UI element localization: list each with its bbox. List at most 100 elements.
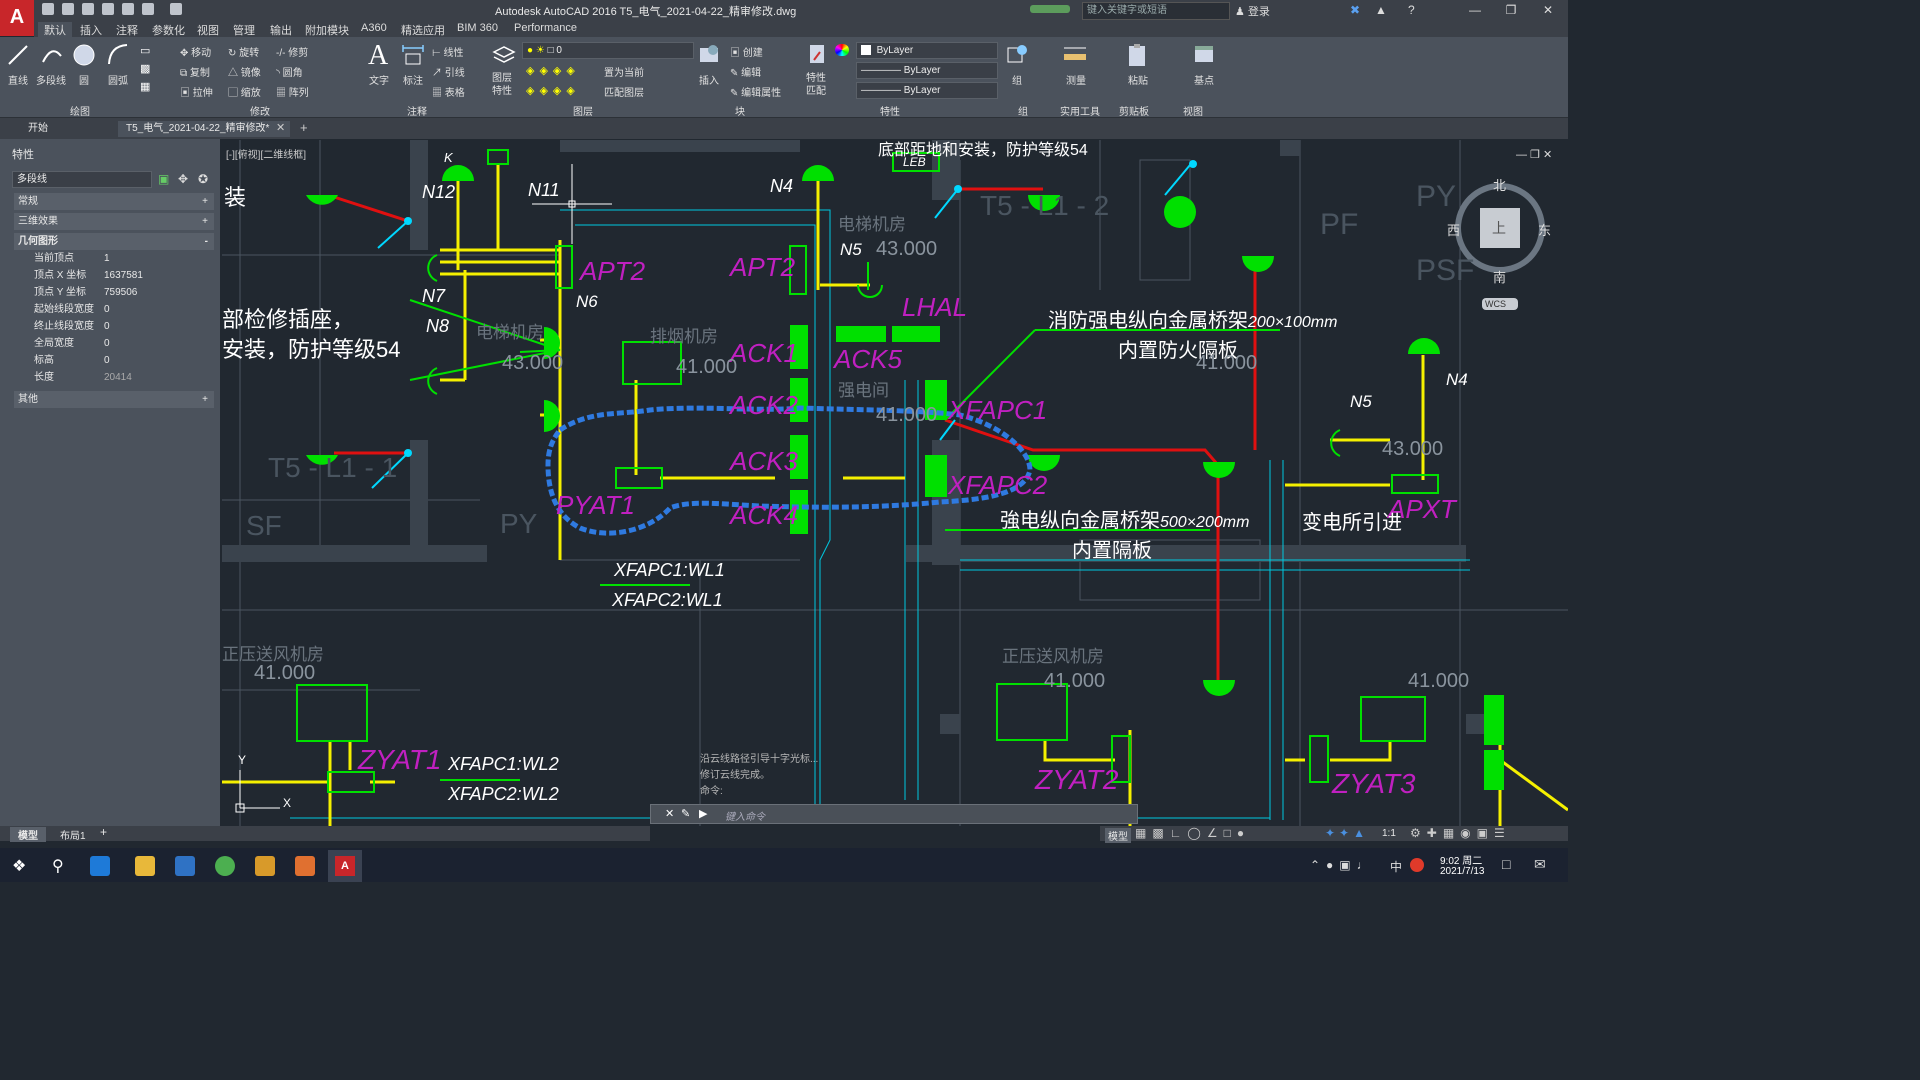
arc-button-label[interactable]: 圆弧	[108, 72, 128, 87]
properties-group-title[interactable]: 特性	[880, 103, 900, 118]
annotation-group-title[interactable]: 注释	[407, 103, 427, 118]
rectangle-icon[interactable]: ▭	[140, 44, 164, 62]
rotate-button[interactable]: ↻ 旋转	[228, 44, 259, 59]
text-icon[interactable]: A	[368, 40, 388, 72]
tab-close-icon[interactable]: ✕	[276, 121, 285, 134]
layer-properties-label[interactable]: 图层特性	[492, 72, 516, 98]
viewcube-west[interactable]: 西	[1447, 220, 1460, 239]
a360-icon[interactable]: ▲	[1375, 3, 1387, 17]
tab-view[interactable]: 视图	[197, 22, 219, 38]
app-yellow-icon[interactable]	[255, 856, 275, 876]
create-block-button[interactable]: ▣ 创建	[730, 44, 763, 59]
redo-icon[interactable]	[170, 3, 182, 15]
section-general[interactable]: 常规 +	[14, 193, 214, 210]
circle-icon[interactable]	[72, 42, 96, 68]
ie-browser-icon[interactable]	[90, 856, 110, 876]
prop-row[interactable]: 标高 0	[14, 352, 214, 369]
tab-layout1[interactable]: 布局1	[56, 827, 90, 842]
leader-button[interactable]: ↗ 引线	[432, 64, 465, 79]
draw-small-tools[interactable]: ▭ ▩ ▦	[140, 44, 164, 104]
prop-row[interactable]: 终止线段宽度 0	[14, 318, 214, 335]
exchange-icon[interactable]: ✖	[1350, 3, 1360, 17]
circle-button-label[interactable]: 圆	[79, 72, 89, 87]
doc-tab-drawing[interactable]: T5_电气_2021-04-22_精审修改*	[118, 121, 290, 137]
annotation-scale[interactable]: 1:1	[1382, 828, 1396, 839]
save-as-icon[interactable]	[102, 3, 114, 15]
command-line[interactable]: ✕ ✎ ▶ 键入命令	[650, 804, 1138, 824]
viewcube-south[interactable]: 南	[1493, 267, 1506, 286]
layer-properties-icon[interactable]	[492, 42, 516, 68]
array-button[interactable]: ▦ 阵列	[276, 84, 309, 99]
group-button-label[interactable]: 组	[1012, 72, 1022, 87]
notifications-icon[interactable]: ✉	[1534, 856, 1546, 873]
stretch-button[interactable]: ▣ 拉伸	[180, 84, 213, 99]
mirror-button[interactable]: △ 镜像	[228, 64, 261, 79]
tab-bim360[interactable]: BIM 360	[457, 22, 498, 34]
model-space-button[interactable]: 模型	[1105, 828, 1131, 843]
tab-performance[interactable]: Performance	[514, 22, 577, 34]
viewcube-north[interactable]: 北	[1493, 175, 1506, 194]
tab-model[interactable]: 模型	[10, 827, 46, 842]
viewcube-top[interactable]: 上	[1492, 218, 1506, 238]
utilities-group-title[interactable]: 实用工具	[1060, 103, 1100, 118]
groups-group-title[interactable]: 组	[1018, 103, 1028, 118]
region-icon[interactable]: ▦	[140, 80, 164, 98]
group-icon[interactable]	[1006, 42, 1030, 68]
minimize-button[interactable]: —	[1460, 2, 1490, 18]
block-group-title[interactable]: 块	[735, 103, 745, 118]
tab-annotate[interactable]: 注释	[116, 22, 138, 38]
print-icon[interactable]	[122, 3, 134, 15]
linear-button[interactable]: ⊢ 线性	[432, 44, 464, 59]
windows-start-icon[interactable]: ❖	[12, 856, 26, 876]
open-file-icon[interactable]	[62, 3, 74, 15]
hatch-icon[interactable]: ▩	[140, 62, 164, 80]
new-file-icon[interactable]	[42, 3, 54, 15]
line-button-label[interactable]: 直线	[8, 72, 28, 87]
match-layer-button[interactable]: 匹配图层	[604, 84, 644, 99]
file-explorer-icon[interactable]	[135, 856, 155, 876]
save-icon[interactable]	[82, 3, 94, 15]
linetype-dropdown[interactable]: ———— ByLayer	[856, 62, 998, 79]
section-3d-effects[interactable]: 三维效果 +	[14, 213, 214, 230]
base-point-icon[interactable]	[1192, 42, 1216, 68]
edit-attributes-button[interactable]: ✎ 编辑属性	[730, 84, 781, 99]
autocad-logo-icon[interactable]: A	[0, 0, 34, 36]
status-toggle-icons[interactable]: ▦▩∟◯∠□●	[1135, 826, 1250, 840]
prop-row[interactable]: 顶点 Y 坐标 759506	[14, 284, 214, 301]
trim-button[interactable]: -/- 修剪	[276, 44, 308, 59]
measure-icon[interactable]	[1062, 44, 1088, 66]
color-wheel-icon[interactable]	[835, 44, 849, 56]
app-orange-icon[interactable]	[295, 856, 315, 876]
layer-dropdown[interactable]: ● ☀ □ 0	[522, 42, 694, 59]
layers-group-title[interactable]: 图层	[573, 103, 593, 118]
workspace-icons[interactable]: ⚙✚▦◉▣☰	[1410, 826, 1511, 840]
autocad-taskbar-button[interactable]: A	[328, 850, 362, 882]
clock-time[interactable]: 9:02 周二	[1440, 852, 1482, 867]
search-input[interactable]: 键入关键字或短语	[1082, 2, 1230, 20]
prop-row[interactable]: 当前顶点 1	[14, 250, 214, 267]
tab-default[interactable]: 默认	[38, 22, 72, 38]
help-icon[interactable]: ?	[1408, 3, 1415, 17]
tab-insert[interactable]: 插入	[80, 22, 102, 38]
object-type-dropdown[interactable]: 多段线	[12, 171, 152, 188]
layer-tools2-icon[interactable]: ◈◈◈◈	[526, 84, 580, 97]
color-dropdown[interactable]: ByLayer	[856, 42, 998, 59]
toggle-pickadd-icon[interactable]: ▣	[158, 172, 169, 186]
command-input[interactable]: 键入命令	[725, 808, 765, 823]
doc-tab-start[interactable]: 开始	[20, 121, 56, 137]
measure-button-label[interactable]: 测量	[1066, 72, 1086, 87]
match-properties-icon[interactable]	[806, 42, 830, 68]
tab-manage[interactable]: 管理	[233, 22, 255, 38]
new-tab-button[interactable]: +	[300, 120, 308, 135]
ime-indicator[interactable]: 中	[1390, 858, 1402, 875]
customize-cmd-icon[interactable]: ✎	[681, 807, 690, 820]
tab-a360[interactable]: A360	[361, 22, 387, 34]
match-properties-label[interactable]: 特性匹配	[806, 72, 830, 98]
annotation-icons[interactable]: ✦✦▲	[1325, 826, 1369, 840]
insert-block-icon[interactable]	[697, 42, 721, 68]
scale-button[interactable]: ▢ 缩放	[228, 84, 261, 99]
tab-featured-apps[interactable]: 精选应用	[401, 22, 445, 38]
system-tray-icons[interactable]: ⌃●▣♩	[1310, 858, 1375, 872]
view-group-title[interactable]: 视图	[1183, 103, 1203, 118]
line-icon[interactable]	[6, 42, 30, 68]
